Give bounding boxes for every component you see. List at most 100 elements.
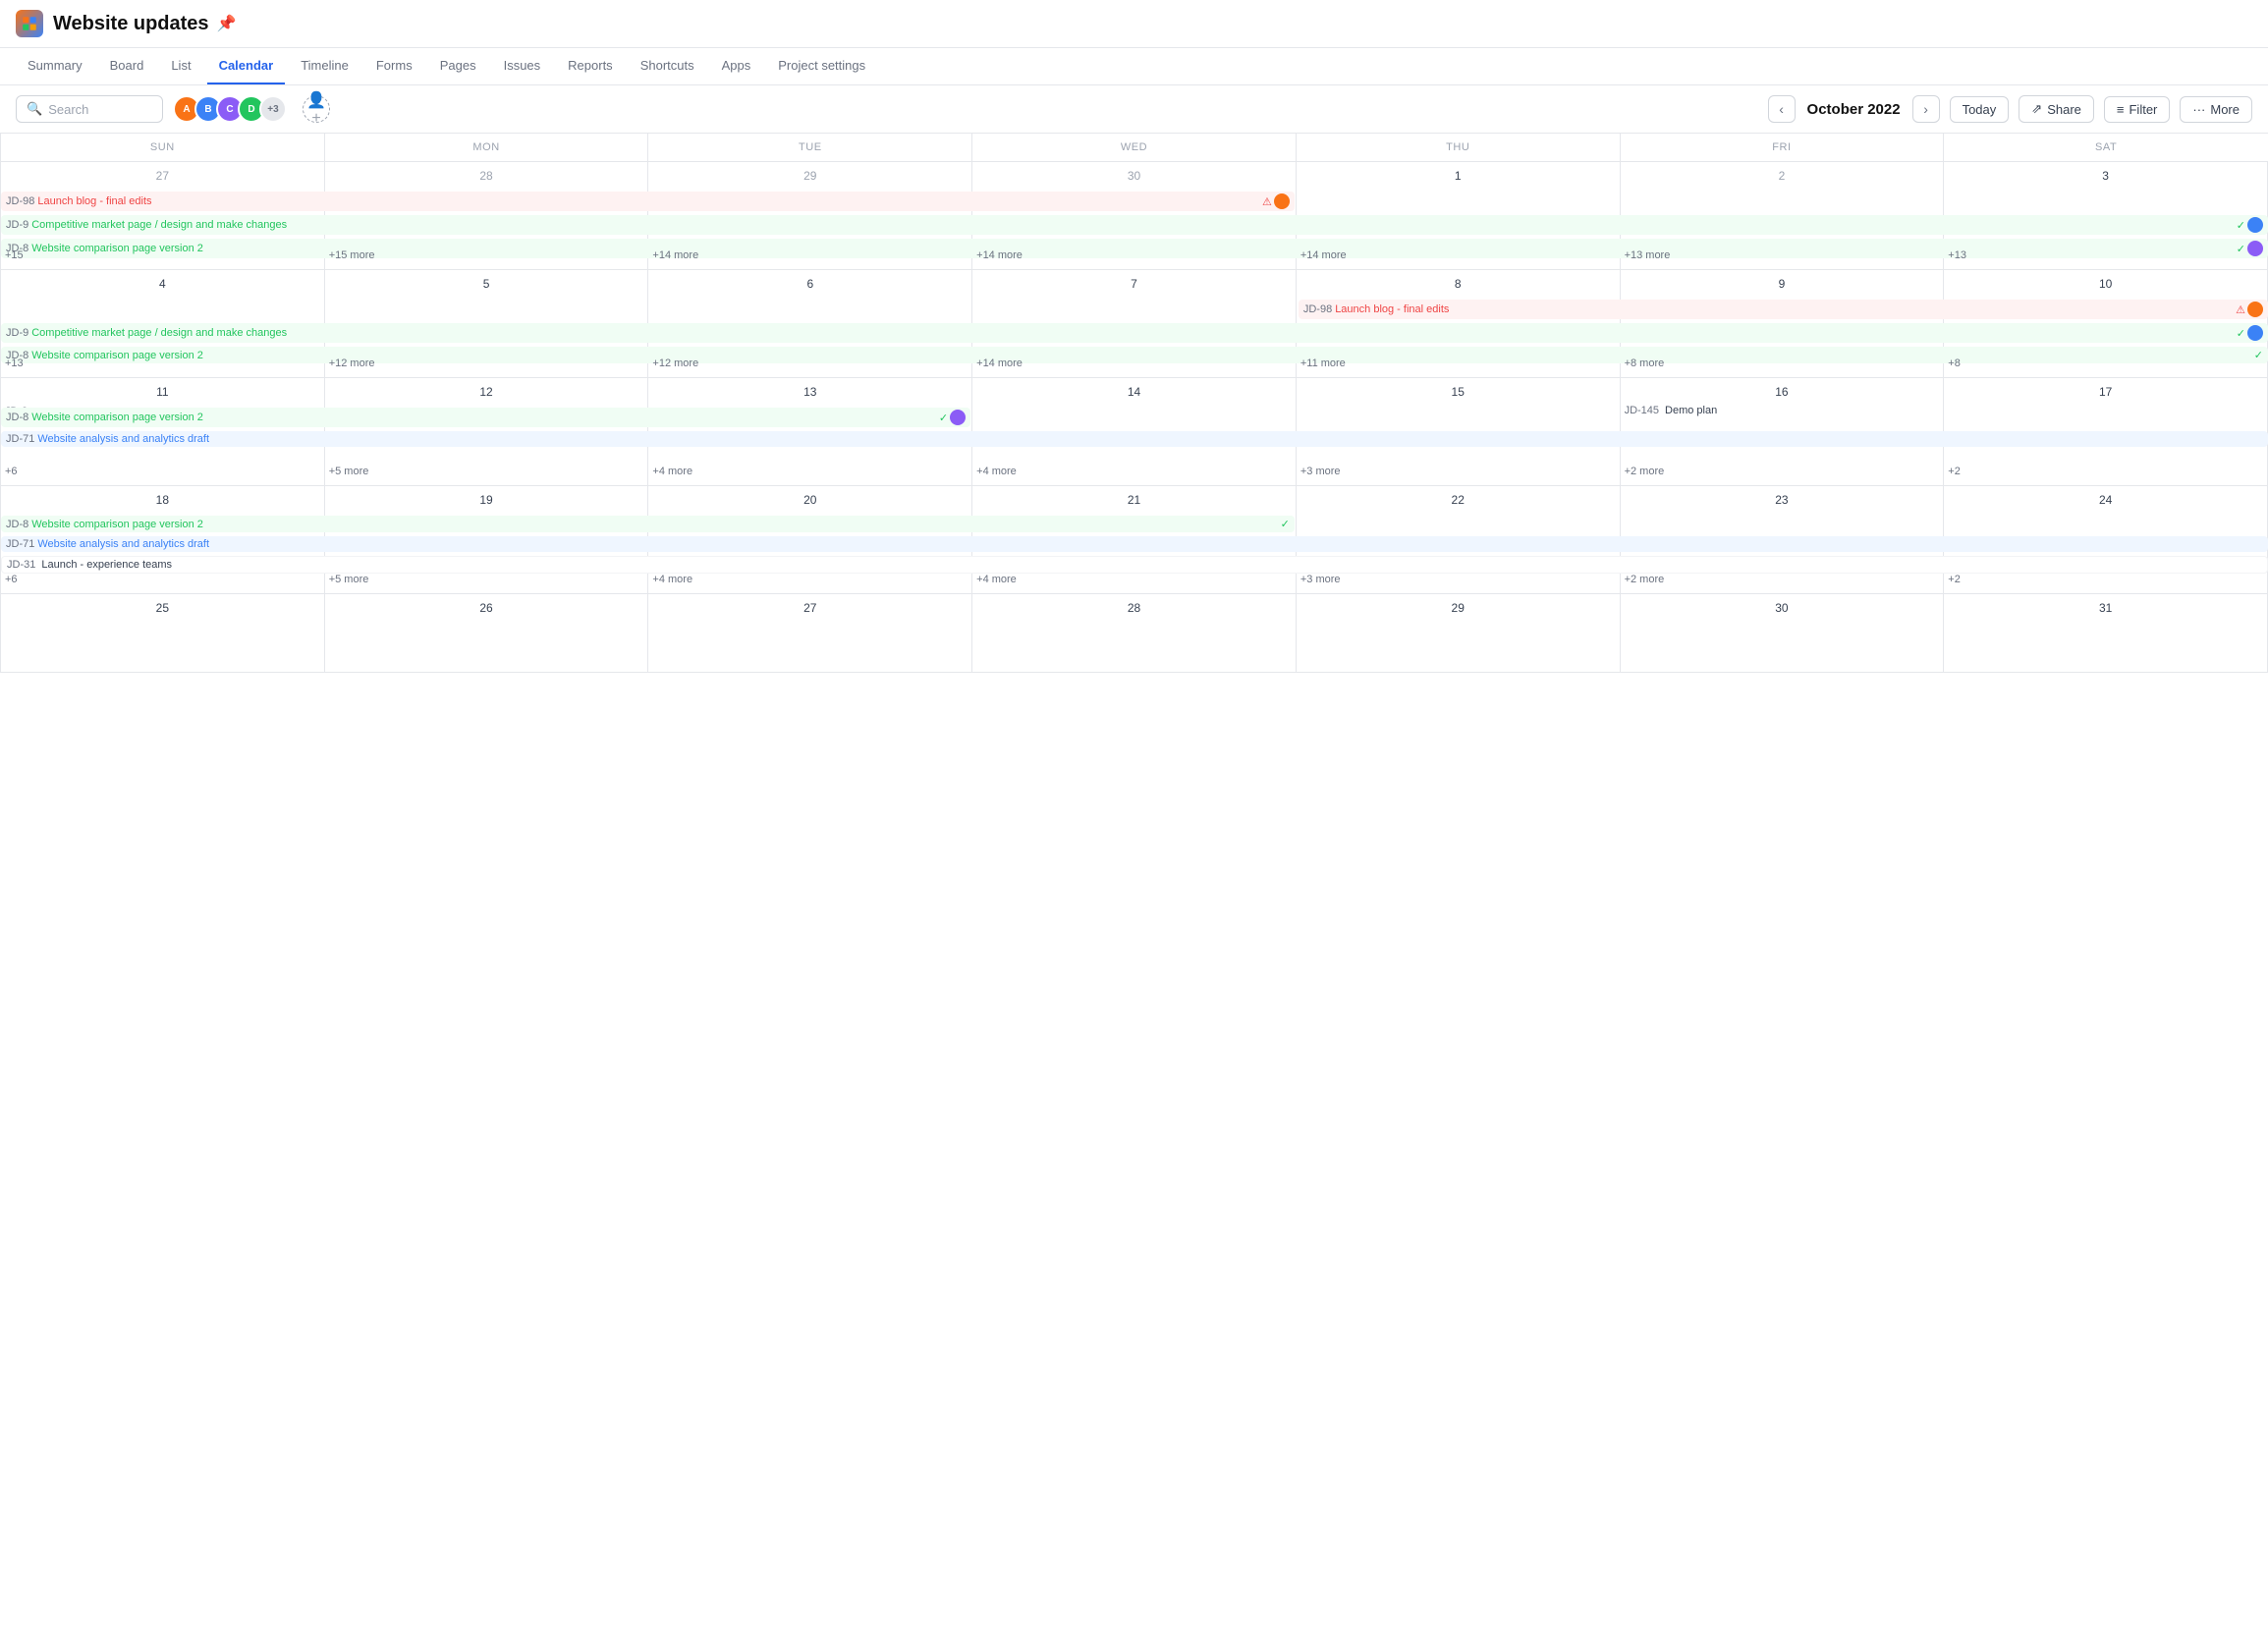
day-header-fri: FRI <box>1621 134 1945 162</box>
more-button[interactable]: ··· More <box>2180 96 2252 123</box>
day-number-14: 14 <box>976 382 1292 404</box>
day-number-30b: 30 <box>1625 598 1940 620</box>
day-number-20: 20 <box>652 490 968 512</box>
day-headers: SUN MON TUE WED THU FRI SAT <box>0 134 2268 162</box>
day-28b[interactable]: 28 <box>972 594 1297 673</box>
more-17[interactable]: +2 <box>1944 459 2268 481</box>
event-jd9-cell[interactable]: JD-9 ✓ <box>5 404 320 418</box>
event-jd145[interactable]: JD-145 Demo plan <box>1625 404 1940 417</box>
prev-month-button[interactable]: ‹ <box>1768 95 1796 123</box>
day-number-11: 11 <box>5 382 320 404</box>
week-4-more-links: +6 +5 more +4 more +4 more +3 more +2 mo… <box>1 567 2268 589</box>
more-18[interactable]: +6 <box>1 567 325 589</box>
next-month-button[interactable]: › <box>1912 95 1940 123</box>
more-11[interactable]: +6 <box>1 459 325 481</box>
day-header-thu: THU <box>1297 134 1621 162</box>
month-title: October 2022 <box>1807 101 1901 118</box>
day-number-17: 17 <box>1948 382 2263 404</box>
more-13[interactable]: +4 more <box>648 459 972 481</box>
day-number-12: 12 <box>329 382 644 404</box>
day-number-29: 29 <box>652 166 968 188</box>
day-29b[interactable]: 29 <box>1297 594 1621 673</box>
event-id: JD-145 <box>1625 405 1659 416</box>
day-header-tue: TUE <box>648 134 972 162</box>
day-number-3: 3 <box>1948 166 2263 188</box>
day-31[interactable]: 31 <box>1944 594 2268 673</box>
more-20[interactable]: +4 more <box>648 567 972 589</box>
search-box[interactable]: 🔍 Search <box>16 95 163 123</box>
search-icon: 🔍 <box>27 101 42 117</box>
week-1-more-links: +15 +15 more +14 more +14 more +14 more … <box>1 243 2268 265</box>
day-26[interactable]: 26 <box>325 594 649 673</box>
more-19[interactable]: +5 more <box>325 567 649 589</box>
more-30[interactable]: +14 more <box>972 243 1297 265</box>
day-number-28: 28 <box>329 166 644 188</box>
more-14[interactable]: +4 more <box>972 459 1297 481</box>
day-27b[interactable]: 27 <box>648 594 972 673</box>
check-icon: ✓ <box>34 405 43 417</box>
more-5[interactable]: +12 more <box>325 351 649 373</box>
more-4[interactable]: +13 <box>1 351 325 373</box>
nav-item-board[interactable]: Board <box>98 48 156 84</box>
more-9[interactable]: +8 more <box>1621 351 1945 373</box>
nav-item-apps[interactable]: Apps <box>710 48 763 84</box>
more-6[interactable]: +12 more <box>648 351 972 373</box>
today-button[interactable]: Today <box>1950 96 2010 123</box>
more-22[interactable]: +3 more <box>1297 567 1621 589</box>
avatar-group: A B C D +3 <box>173 95 287 123</box>
day-header-wed: WED <box>972 134 1297 162</box>
app-icon <box>16 10 43 37</box>
more-23[interactable]: +2 more <box>1621 567 1945 589</box>
day-number-28b: 28 <box>976 598 1292 620</box>
avatar-more[interactable]: +3 <box>259 95 287 123</box>
month-navigation: ‹ October 2022 › <box>1768 95 1940 123</box>
more-29[interactable]: +14 more <box>648 243 972 265</box>
pin-icon: 📌 <box>217 14 237 33</box>
day-30b[interactable]: 30 <box>1621 594 1945 673</box>
share-button[interactable]: ⇗ Share <box>2019 95 2094 123</box>
more-12[interactable]: +5 more <box>325 459 649 481</box>
nav-item-list[interactable]: List <box>159 48 202 84</box>
day-number-8: 8 <box>1300 274 1616 296</box>
more-8[interactable]: +11 more <box>1297 351 1621 373</box>
nav-item-summary[interactable]: Summary <box>16 48 94 84</box>
nav-item-shortcuts[interactable]: Shortcuts <box>629 48 706 84</box>
ellipsis-icon: ··· <box>2192 102 2205 117</box>
day-number-18: 18 <box>5 490 320 512</box>
day-number-27b: 27 <box>652 598 968 620</box>
day-number-4: 4 <box>5 274 320 296</box>
more-15[interactable]: +3 more <box>1297 459 1621 481</box>
week-4: 18 19 20 21 22 23 24 <box>0 486 2268 594</box>
nav-item-pages[interactable]: Pages <box>428 48 488 84</box>
day-number-27: 27 <box>5 166 320 188</box>
nav-item-issues[interactable]: Issues <box>492 48 553 84</box>
more-24[interactable]: +2 <box>1944 567 2268 589</box>
more-1[interactable]: +14 more <box>1297 243 1621 265</box>
day-25[interactable]: 25 <box>1 594 325 673</box>
day-number-10: 10 <box>1948 274 2263 296</box>
more-27[interactable]: +15 <box>1 243 325 265</box>
more-10[interactable]: +8 <box>1944 351 2268 373</box>
more-2[interactable]: +13 more <box>1621 243 1945 265</box>
nav-item-reports[interactable]: Reports <box>556 48 625 84</box>
nav-item-project-settings[interactable]: Project settings <box>766 48 877 84</box>
nav-item-timeline[interactable]: Timeline <box>289 48 360 84</box>
event-title: Demo plan <box>1665 405 1717 416</box>
day-number-1: 1 <box>1300 166 1616 188</box>
day-number-13: 13 <box>652 382 968 404</box>
more-3[interactable]: +13 <box>1944 243 2268 265</box>
more-16[interactable]: +2 more <box>1621 459 1945 481</box>
add-person-icon: 👤+ <box>304 90 329 128</box>
nav-item-forms[interactable]: Forms <box>364 48 424 84</box>
app-header: Website updates 📌 <box>0 0 2268 48</box>
search-label: Search <box>48 102 88 117</box>
more-7[interactable]: +14 more <box>972 351 1297 373</box>
more-28[interactable]: +15 more <box>325 243 649 265</box>
share-icon: ⇗ <box>2031 101 2042 117</box>
more-21[interactable]: +4 more <box>972 567 1297 589</box>
day-header-sun: SUN <box>1 134 325 162</box>
day-number-25: 25 <box>5 598 320 620</box>
add-member-button[interactable]: 👤+ <box>303 95 330 123</box>
filter-button[interactable]: ≡ Filter <box>2104 96 2170 123</box>
nav-item-calendar[interactable]: Calendar <box>207 48 286 84</box>
